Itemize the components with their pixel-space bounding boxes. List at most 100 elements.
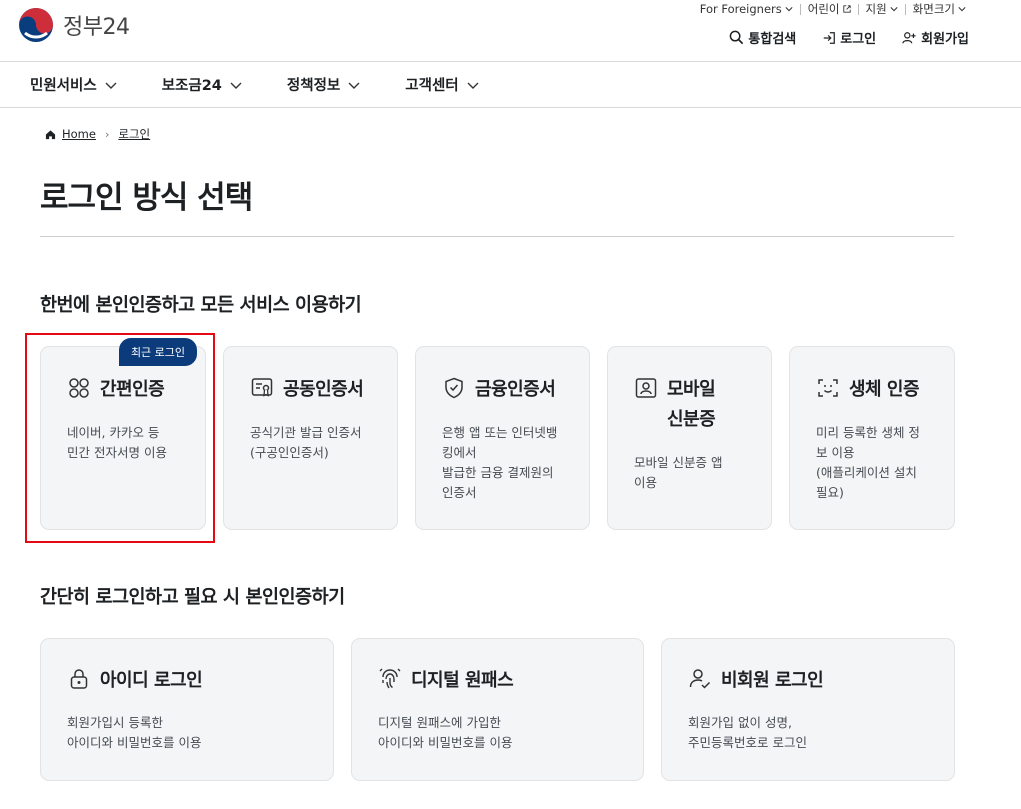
shield-check-icon (445, 377, 463, 399)
chevron-down-icon (467, 82, 479, 89)
util-label: 지원 (865, 2, 887, 16)
title-divider (40, 236, 954, 237)
card-desc-line: 발급한 금융 결제원의 (442, 465, 554, 480)
card-desc-line: 회원가입시 등록한 (67, 715, 163, 730)
nav-label: 고객센터 (405, 78, 459, 94)
card-desc-line: 모바일 신분증 앱 (634, 455, 723, 470)
util-support[interactable]: 지원 (859, 1, 905, 17)
chevron-down-icon (230, 82, 242, 89)
certificate-icon (251, 378, 273, 397)
chevron-down-icon (890, 7, 898, 12)
card-title: 비회원 로그인 (721, 670, 824, 691)
card-head: 아이디 로그인 (67, 666, 203, 696)
user-check-icon (689, 669, 711, 689)
util-kids[interactable]: 어린이 (801, 1, 858, 17)
site-logo[interactable]: 정부24 (17, 6, 130, 44)
breadcrumb-separator-icon: › (104, 127, 110, 141)
login-card-mobile-id[interactable]: 모바일 신분증 모바일 신분증 앱 이용 (607, 346, 772, 530)
card-desc: 모바일 신분증 앱 이용 (634, 453, 722, 493)
user-add-icon (902, 31, 916, 43)
login-card-id-login[interactable]: 아이디 로그인 회원가입시 등록한 아이디와 비밀번호를 이용 (40, 638, 334, 781)
breadcrumb-home[interactable]: Home (62, 127, 96, 141)
util-for-foreigners[interactable]: For Foreigners (693, 2, 800, 16)
chevron-down-icon (785, 7, 793, 12)
card-desc-line: 보 이용 (816, 445, 855, 460)
login-card-financial-certificate[interactable]: 금융인증서 은행 앱 또는 인터넷뱅 킹에서 발급한 금융 결제원의 인증서 (415, 346, 590, 530)
login-card-joint-certificate[interactable]: 공동인증서 공식기관 발급 인증서 (구공인인증서) (223, 346, 398, 530)
id-card-icon (635, 378, 657, 398)
card-desc-line: 네이버, 카카오 등 (67, 425, 160, 440)
card-desc-line: 주민등록번호로 로그인 (688, 735, 807, 750)
login-button[interactable]: 로그인 (822, 28, 876, 47)
card-desc: 미리 등록한 생체 정 보 이용 (애플리케이션 설치 필요) (816, 423, 920, 503)
nav-label: 보조금24 (161, 78, 222, 94)
login-card-guest[interactable]: 비회원 로그인 회원가입 없이 성명, 주민등록번호로 로그인 (661, 638, 955, 781)
home-icon (45, 129, 56, 139)
page-title: 로그인 방식 선택 (40, 180, 253, 216)
card-desc-line: 아이디와 비밀번호를 이용 (67, 735, 202, 750)
signup-button[interactable]: 회원가입 (902, 28, 969, 47)
taegeuk-emblem-icon (19, 8, 53, 42)
card-desc-line: 이용 (634, 475, 658, 490)
card-title: 간편인증 (100, 379, 165, 400)
card-head: 금융인증서 (442, 375, 556, 405)
search-label: 통합검색 (748, 32, 797, 47)
recent-login-badge: 최근 로그인 (119, 338, 197, 366)
util-label: For Foreigners (699, 2, 782, 16)
card-title-line: 모바일 (667, 379, 716, 400)
card-desc: 회원가입 없이 성명, 주민등록번호로 로그인 (688, 713, 807, 753)
nav-policy-info[interactable]: 정책정보 (287, 74, 360, 95)
login-icon (824, 31, 836, 44)
nav-subsidy[interactable]: 보조금24 (162, 74, 242, 95)
main-navigation: 민원서비스 보조금24 정책정보 고객센터 (0, 62, 1021, 108)
card-desc: 네이버, 카카오 등 민간 전자서명 이용 (67, 423, 167, 463)
search-button[interactable]: 통합검색 (729, 28, 796, 47)
card-desc-line: 필요) (816, 485, 844, 500)
site-header: 정부24 For Foreigners 어린이 지원 화면크기 통합검색 로그인… (0, 0, 1021, 62)
link-chain-icon (69, 378, 89, 398)
login-card-simple-auth[interactable]: 간편인증 네이버, 카카오 등 민간 전자서명 이용 (40, 346, 206, 530)
chevron-down-icon (958, 7, 966, 12)
nav-civil-service[interactable]: 민원서비스 (30, 74, 117, 95)
card-head: 비회원 로그인 (688, 666, 824, 696)
chevron-down-icon (348, 82, 360, 89)
section-title-simple-login: 간단히 로그인하고 필요 시 본인인증하기 (40, 587, 345, 608)
utility-menu: For Foreigners 어린이 지원 화면크기 (693, 1, 973, 17)
card-title: 금융인증서 (475, 379, 556, 400)
card-title: 아이디 로그인 (100, 670, 203, 691)
login-card-biometric[interactable]: 생체 인증 미리 등록한 생체 정 보 이용 (애플리케이션 설치 필요) (789, 346, 955, 530)
card-desc-line: 회원가입 없이 성명, (688, 715, 792, 730)
util-label: 화면크기 (912, 2, 955, 16)
search-icon (730, 30, 744, 45)
card-head: 간편인증 (67, 375, 165, 405)
card-title: 모바일 신분증 (667, 375, 716, 435)
login-card-digital-onepass[interactable]: 디지털 원패스 디지털 원패스에 가입한 아이디와 비밀번호를 이용 (351, 638, 644, 781)
card-desc: 디지털 원패스에 가입한 아이디와 비밀번호를 이용 (378, 713, 512, 753)
card-desc-line: (구공인인증서) (250, 445, 329, 460)
lock-icon (70, 669, 88, 689)
chevron-down-icon (105, 82, 117, 89)
card-desc-line: 아이디와 비밀번호를 이용 (378, 735, 513, 750)
card-desc: 회원가입시 등록한 아이디와 비밀번호를 이용 (67, 713, 201, 753)
card-desc: 공식기관 발급 인증서 (구공인인증서) (250, 423, 361, 463)
signup-label: 회원가입 (921, 32, 969, 47)
card-desc-line: (애플리케이션 설치 (816, 465, 917, 480)
card-title: 생체 인증 (849, 379, 920, 400)
card-desc-line: 민간 전자서명 이용 (67, 445, 167, 460)
card-desc: 은행 앱 또는 인터넷뱅 킹에서 발급한 금융 결제원의 인증서 (442, 423, 557, 503)
nav-label: 민원서비스 (30, 78, 97, 94)
card-title-line: 신분증 (667, 409, 716, 430)
breadcrumb: Home › 로그인 (45, 126, 150, 142)
breadcrumb-current[interactable]: 로그인 (118, 126, 150, 142)
header-actions: 통합검색 로그인 회원가입 (729, 28, 969, 47)
card-head: 공동인증서 (250, 375, 364, 405)
fingerprint-icon (379, 668, 401, 689)
login-label: 로그인 (840, 32, 877, 47)
card-head: 디지털 원패스 (378, 666, 514, 696)
nav-customer-center[interactable]: 고객센터 (405, 74, 479, 95)
face-scan-icon (818, 379, 838, 397)
card-title: 공동인증서 (283, 379, 364, 400)
card-desc-line: 인증서 (442, 485, 477, 500)
card-desc-line: 은행 앱 또는 인터넷뱅 (442, 425, 558, 440)
util-screen-size[interactable]: 화면크기 (906, 1, 973, 17)
